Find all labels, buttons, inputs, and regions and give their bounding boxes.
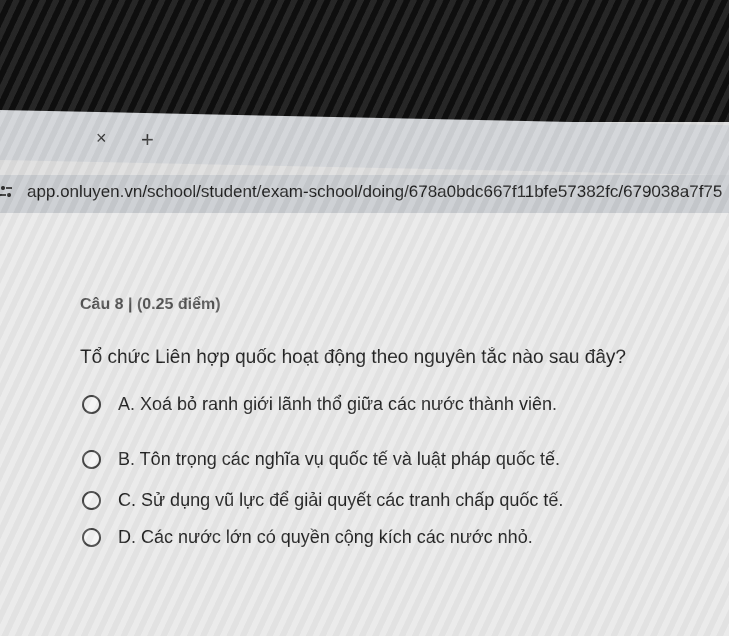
option-b-radio[interactable] bbox=[82, 449, 101, 469]
option-c-label: C. Sử dụng vũ lực để giải quyết các tran… bbox=[118, 489, 564, 510]
option-b[interactable]: B. Tôn trọng các nghĩa vụ quốc tế và luậ… bbox=[82, 446, 560, 472]
screen-bezel bbox=[0, 0, 729, 122]
option-a-radio[interactable] bbox=[82, 394, 101, 414]
question-text: Tổ chức Liên hợp quốc hoạt động theo ngu… bbox=[80, 347, 626, 368]
site-settings-icon[interactable] bbox=[0, 185, 12, 199]
exam-content bbox=[0, 213, 729, 636]
close-tab-icon[interactable]: × bbox=[96, 128, 107, 149]
option-d[interactable]: D. Các nước lớn có quyền cộng kích các n… bbox=[82, 524, 533, 550]
screen: × + app.onluyen.vn/school/student/exam-s… bbox=[0, 0, 729, 636]
option-d-label: D. Các nước lớn có quyền cộng kích các n… bbox=[118, 526, 533, 547]
option-c[interactable]: C. Sử dụng vũ lực để giải quyết các tran… bbox=[82, 487, 563, 513]
option-d-radio[interactable] bbox=[82, 527, 101, 547]
question-header: Câu 8 | (0.25 điểm) bbox=[80, 296, 221, 313]
url-text[interactable]: app.onluyen.vn/school/student/exam-schoo… bbox=[27, 182, 729, 202]
option-a[interactable]: A. Xoá bỏ ranh giới lãnh thổ giữa các nư… bbox=[82, 391, 557, 417]
option-c-radio[interactable] bbox=[82, 490, 101, 510]
option-a-label: A. Xoá bỏ ranh giới lãnh thổ giữa các nư… bbox=[118, 393, 557, 414]
new-tab-icon[interactable]: + bbox=[141, 127, 154, 153]
option-b-label: B. Tôn trọng các nghĩa vụ quốc tế và luậ… bbox=[118, 448, 560, 469]
